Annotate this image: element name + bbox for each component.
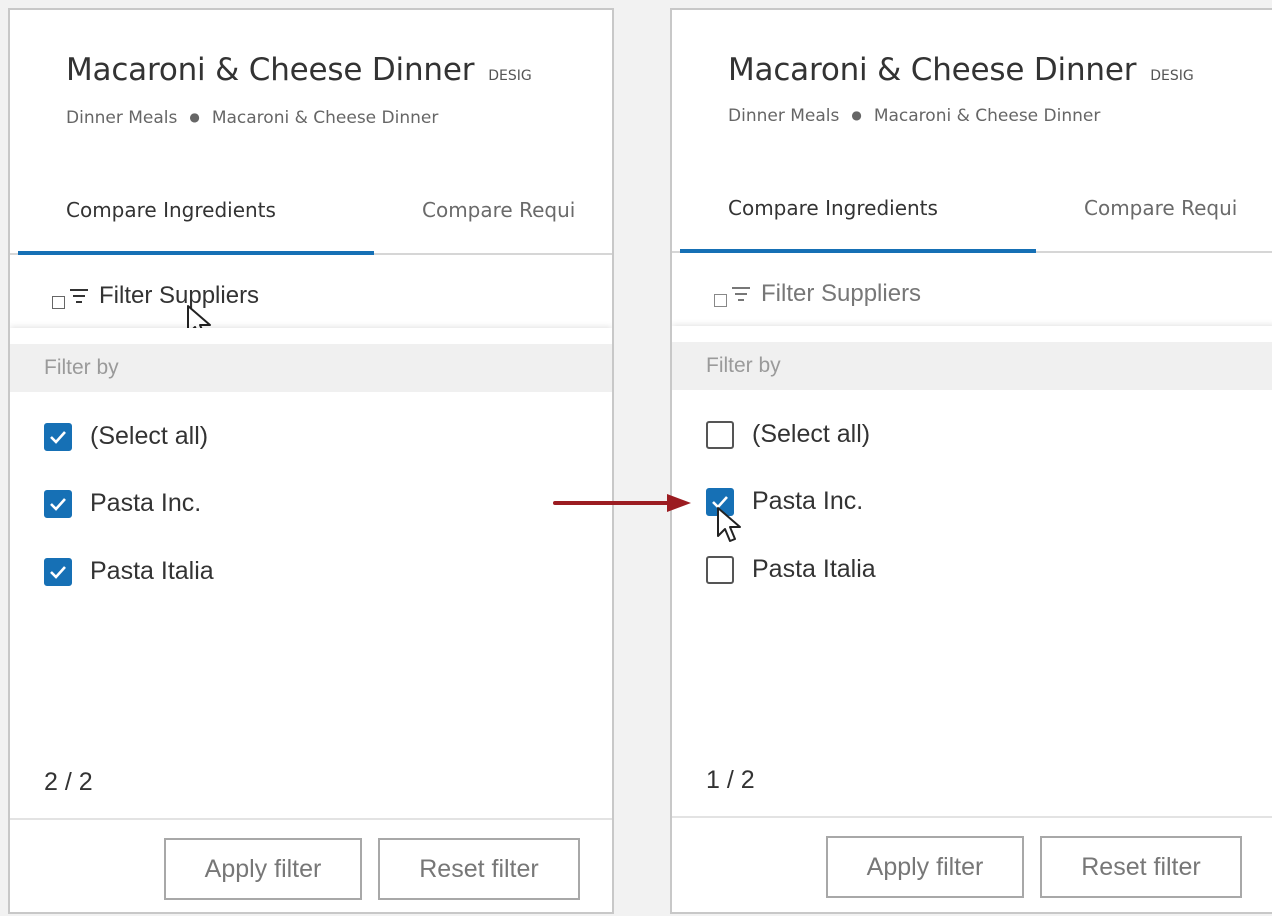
status-badge: DESIG [488, 68, 532, 84]
filter-suppliers-toggle[interactable]: Filter Suppliers [714, 278, 921, 310]
option-label: (Select all) [752, 420, 871, 448]
selection-count: 1 / 2 [706, 766, 755, 794]
expand-icon [714, 293, 727, 307]
breadcrumb: Dinner Meals ● Macaroni & Cheese Dinner [728, 106, 1100, 126]
reset-filter-button[interactable]: Reset filter [1040, 836, 1242, 898]
checkmark-icon [50, 565, 66, 579]
tab-bar: Compare Ingredients Compare Requi [10, 180, 612, 255]
filter-by-header: Filter by [10, 344, 612, 392]
page-title-row: Macaroni & Cheese Dinner DESIG [728, 52, 1194, 88]
pasta-inc-checkbox[interactable] [44, 489, 72, 518]
breadcrumb-item-current: Macaroni & Cheese Dinner [211, 108, 439, 128]
filter-dropdown: Filter by (Select all) Pasta Inc. Pasta … [672, 326, 1272, 912]
option-label: Pasta Italia [90, 557, 214, 585]
mouse-pointer-icon [717, 507, 741, 542]
filter-icon [731, 285, 751, 303]
breadcrumb-separator: ● [851, 108, 862, 122]
tab-compare-requirements[interactable]: Compare Requi [1084, 196, 1237, 220]
filter-suppliers-toggle[interactable]: Filter Suppliers [52, 280, 259, 312]
right-screenshot-panel: Macaroni & Cheese Dinner DESIG Dinner Mea… [670, 8, 1272, 914]
option-label: Pasta Italia [752, 555, 876, 583]
expand-icon [52, 295, 65, 309]
filter-footer: Apply filter Reset filter [672, 816, 1272, 912]
option-label: Pasta Inc. [90, 489, 202, 517]
page-title-row: Macaroni & Cheese Dinner DESIG [66, 52, 532, 88]
tab-bar: Compare Ingredients Compare Requi [672, 178, 1272, 253]
breadcrumb-item-dinner-meals[interactable]: Dinner Meals [728, 106, 839, 126]
option-pasta-italia[interactable]: Pasta Italia [44, 557, 214, 586]
pasta-italia-checkbox[interactable] [706, 555, 734, 584]
filter-icon [69, 287, 89, 305]
pasta-italia-checkbox[interactable] [44, 557, 72, 586]
option-label: (Select all) [90, 422, 209, 450]
tab-compare-requirements[interactable]: Compare Requi [422, 198, 575, 222]
breadcrumb-item-dinner-meals[interactable]: Dinner Meals [66, 108, 177, 128]
breadcrumb-separator: ● [189, 110, 200, 124]
tab-compare-ingredients[interactable]: Compare Ingredients [728, 196, 938, 220]
option-pasta-inc[interactable]: Pasta Inc. [44, 489, 201, 518]
left-screenshot-panel: Macaroni & Cheese Dinner DESIG Dinner Mea… [8, 8, 614, 914]
option-label: Pasta Inc. [752, 487, 864, 515]
option-pasta-italia[interactable]: Pasta Italia [706, 555, 876, 584]
page-title: Macaroni & Cheese Dinner [728, 52, 1137, 88]
checkmark-icon [50, 430, 66, 444]
right-arrow-icon [553, 494, 691, 512]
breadcrumb-item-current: Macaroni & Cheese Dinner [873, 106, 1101, 126]
apply-filter-button[interactable]: Apply filter [164, 838, 362, 900]
reset-filter-button[interactable]: Reset filter [378, 838, 580, 900]
page-title: Macaroni & Cheese Dinner [66, 52, 475, 88]
filter-dropdown: Filter by (Select all) Pasta Inc. Pasta … [10, 328, 612, 912]
filter-suppliers-label: Filter Suppliers [99, 282, 260, 309]
option-select-all[interactable]: (Select all) [706, 420, 870, 449]
option-select-all[interactable]: (Select all) [44, 422, 208, 451]
active-tab-indicator [18, 251, 374, 255]
apply-filter-button[interactable]: Apply filter [826, 836, 1024, 898]
filter-by-header: Filter by [672, 342, 1272, 390]
status-badge: DESIG [1150, 68, 1194, 84]
breadcrumb: Dinner Meals ● Macaroni & Cheese Dinner [66, 108, 438, 128]
filter-footer: Apply filter Reset filter [10, 818, 612, 912]
checkmark-icon [50, 497, 66, 511]
filter-suppliers-label: Filter Suppliers [761, 280, 922, 307]
active-tab-indicator [680, 249, 1036, 253]
select-all-checkbox[interactable] [706, 420, 734, 449]
tab-compare-ingredients[interactable]: Compare Ingredients [66, 198, 276, 222]
selection-count: 2 / 2 [44, 768, 93, 796]
select-all-checkbox[interactable] [44, 422, 72, 451]
